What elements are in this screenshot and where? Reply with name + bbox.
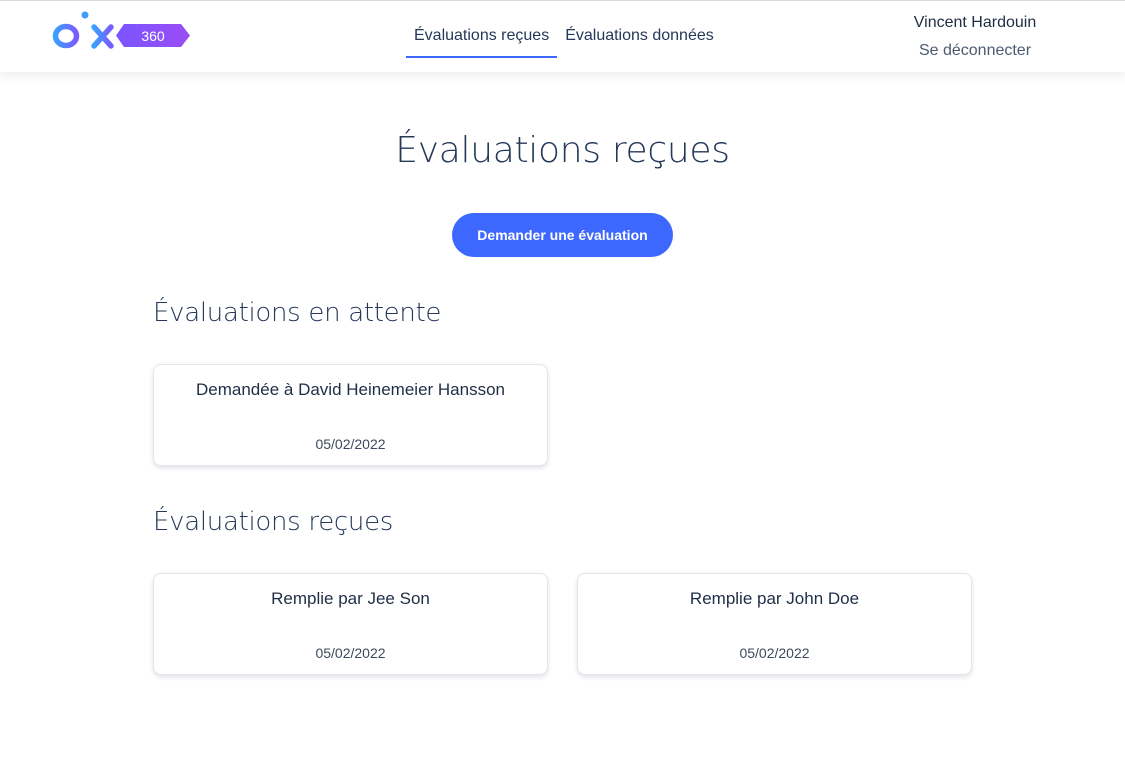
card-title: Remplie par John Doe [689, 589, 860, 608]
card-date: 05/02/2022 [739, 645, 810, 661]
tab-received-evaluations[interactable]: Évaluations reçues [406, 1, 558, 58]
received-evaluation-card[interactable]: Remplie par Jee Son 05/02/2022 [153, 573, 548, 675]
user-name: Vincent Hardouin [913, 14, 1037, 31]
card-date: 05/02/2022 [315, 645, 386, 661]
card-date: 05/02/2022 [315, 436, 386, 452]
logo-badge-text: 360 [141, 28, 165, 44]
main-nav: Évaluations reçues Évaluations données [406, 1, 722, 73]
pix-360-logo[interactable]: pix 360 [52, 10, 192, 62]
card-title: Demandée à David Heinemeier Hansson [196, 380, 505, 399]
page-title: Évaluations reçues [395, 130, 730, 171]
tab-given-evaluations[interactable]: Évaluations données [557, 1, 722, 58]
user-menu: Vincent Hardouin Se déconnecter [885, 13, 1065, 61]
pending-section-title: Évaluations en attente [153, 298, 442, 328]
received-section-title: Évaluations reçues [153, 507, 394, 537]
received-evaluation-card[interactable]: Remplie par John Doe 05/02/2022 [577, 573, 972, 675]
logout-link[interactable]: Se déconnecter [885, 41, 1065, 61]
request-evaluation-button[interactable]: Demander une évaluation [452, 213, 673, 257]
pending-evaluation-card[interactable]: Demandée à David Heinemeier Hansson 05/0… [153, 364, 548, 466]
top-header: pix 360 Évaluations reçues Évaluations d… [0, 0, 1125, 72]
card-title: Remplie par Jee Son [271, 589, 430, 608]
